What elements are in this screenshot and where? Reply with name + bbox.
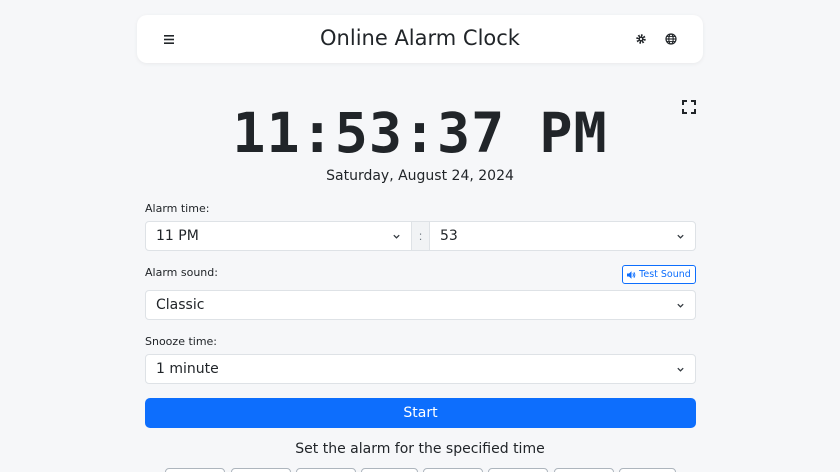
chevron-down-icon bbox=[393, 234, 400, 239]
alarm-time-label: Alarm time: bbox=[145, 202, 210, 215]
preset-alarm-button[interactable] bbox=[619, 468, 676, 472]
test-sound-button[interactable]: Test Sound bbox=[622, 265, 696, 284]
chevron-down-icon bbox=[677, 367, 684, 372]
preset-alarm-button[interactable] bbox=[231, 468, 291, 472]
preset-alarm-button[interactable] bbox=[488, 468, 548, 472]
globe-icon[interactable] bbox=[659, 27, 683, 51]
speaker-icon bbox=[627, 270, 636, 279]
alarm-hour-value: 11 PM bbox=[156, 228, 199, 244]
test-sound-label: Test Sound bbox=[639, 269, 691, 280]
preset-alarm-button[interactable] bbox=[361, 468, 418, 472]
preset-alarm-button[interactable] bbox=[165, 468, 225, 472]
alarm-sound-value: Classic bbox=[156, 297, 205, 313]
snooze-time-select[interactable]: 1 minute bbox=[145, 354, 696, 384]
alarm-sound-label: Alarm sound: bbox=[145, 266, 218, 279]
alarm-hour-select[interactable]: 11 PM bbox=[145, 221, 412, 251]
snooze-time-label: Snooze time: bbox=[145, 335, 218, 348]
start-button[interactable]: Start bbox=[145, 398, 696, 428]
preset-alarm-button[interactable] bbox=[296, 468, 356, 472]
preset-alarm-button[interactable] bbox=[554, 468, 614, 472]
chevron-down-icon bbox=[677, 303, 684, 308]
current-time-display: 11:53:37 PM bbox=[232, 101, 608, 165]
preset-heading: Set the alarm for the specified time bbox=[295, 441, 545, 457]
gear-icon[interactable] bbox=[629, 27, 653, 51]
chevron-down-icon bbox=[677, 234, 684, 239]
preset-alarm-button[interactable] bbox=[423, 468, 483, 472]
app-title: Online Alarm Clock bbox=[320, 26, 520, 50]
alarm-sound-select[interactable]: Classic bbox=[145, 290, 696, 320]
alarm-minute-select[interactable]: 53 bbox=[429, 221, 696, 251]
alarm-minute-value: 53 bbox=[440, 228, 458, 244]
header-bar: Online Alarm Clock bbox=[137, 15, 703, 63]
current-date: Saturday, August 24, 2024 bbox=[326, 168, 514, 184]
snooze-time-value: 1 minute bbox=[156, 361, 219, 377]
time-separator: : bbox=[411, 221, 430, 251]
